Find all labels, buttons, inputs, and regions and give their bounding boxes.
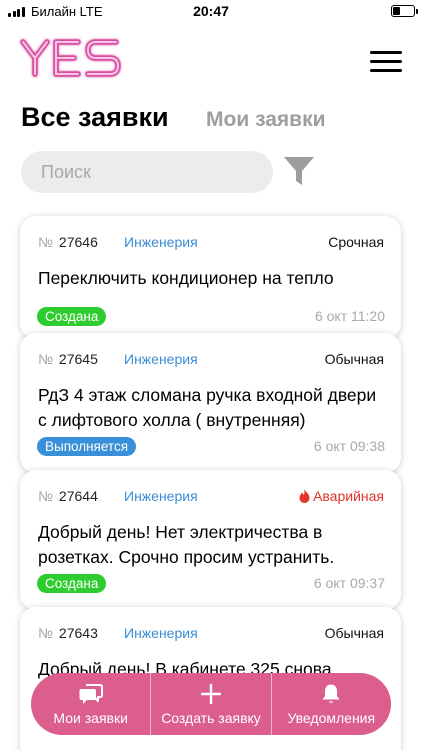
ticket-priority-label: Аварийная — [313, 488, 384, 504]
ticket-title: РдЗ 4 этаж сломана ручка входной двери с… — [38, 385, 377, 430]
ticket-card[interactable]: № 27646 Инженерия Срочная Переключить ко… — [20, 216, 401, 339]
ticket-number: № 27645 — [38, 351, 98, 367]
tab-my-requests[interactable]: Мои заявки — [206, 108, 326, 132]
nav-my-requests-button[interactable]: Мои заявки — [31, 673, 150, 735]
ticket-number: № 27644 — [38, 488, 98, 504]
ticket-priority: Обычная — [324, 625, 384, 641]
ticket-date: 6 окт 11:20 — [314, 308, 385, 324]
bell-icon — [319, 683, 343, 705]
ticket-date: 6 окт 09:37 — [313, 575, 385, 591]
nav-create-request-button[interactable]: Создать заявку — [150, 673, 270, 735]
ticket-number: № 27646 — [38, 234, 98, 250]
nav-label: Уведомления — [287, 710, 376, 726]
ticket-priority: Обычная — [324, 351, 384, 367]
bottom-nav: Мои заявки Создать заявку Уведомления — [31, 673, 391, 735]
status-badge: Создана — [37, 574, 107, 593]
status-badge: Выполняется — [37, 437, 137, 456]
ticket-title: Переключить кондиционер на тепло — [38, 268, 334, 288]
ticket-date: 6 окт 09:38 — [313, 438, 385, 454]
nav-label: Мои заявки — [53, 710, 128, 726]
filter-funnel-icon[interactable] — [282, 154, 316, 188]
chat-bubbles-icon — [79, 683, 103, 705]
ticket-title: Добрый день! Нет электричества в розетка… — [38, 522, 335, 567]
hamburger-menu-icon[interactable] — [370, 51, 402, 73]
plus-icon — [199, 683, 223, 705]
ticket-list[interactable]: № 27646 Инженерия Срочная Переключить ко… — [0, 208, 422, 750]
battery-icon — [391, 5, 418, 17]
tab-all-requests[interactable]: Все заявки — [21, 102, 169, 133]
ticket-category: Инженерия — [124, 234, 198, 250]
status-bar: Билайн LTE 20:47 — [0, 0, 422, 24]
app-logo — [20, 39, 121, 77]
nav-notifications-button[interactable]: Уведомления — [270, 673, 391, 735]
search-input[interactable] — [21, 151, 273, 193]
status-badge: Создана — [37, 307, 107, 326]
flame-icon — [299, 489, 310, 503]
status-time: 20:47 — [193, 3, 229, 19]
ticket-category: Инженерия — [124, 488, 198, 504]
ticket-category: Инженерия — [124, 625, 198, 641]
ticket-category: Инженерия — [124, 351, 198, 367]
ticket-priority: Аварийная — [299, 488, 384, 504]
nav-label: Создать заявку — [161, 710, 261, 726]
ticket-priority: Срочная — [328, 234, 384, 250]
ticket-number: № 27643 — [38, 625, 98, 641]
ticket-card[interactable]: № 27645 Инженерия Обычная РдЗ 4 этаж сло… — [20, 333, 401, 473]
ticket-card[interactable]: № 27644 Инженерия Аварийная Добрый день!… — [20, 470, 401, 610]
